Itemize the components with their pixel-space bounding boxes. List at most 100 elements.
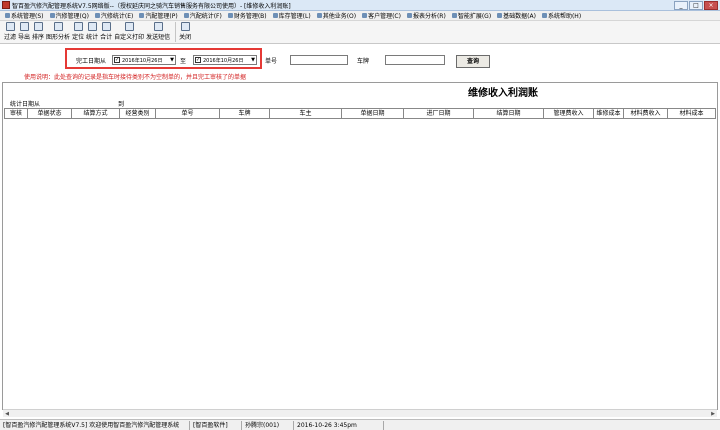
menu-finance[interactable]: 财务管理(B) <box>225 11 270 20</box>
filter-button[interactable]: 过滤 <box>4 22 16 41</box>
menu-parts-stats[interactable]: 汽配统计(F) <box>181 11 225 20</box>
toolbar-separator <box>175 22 177 42</box>
chevron-down-icon[interactable]: ▼ <box>169 56 175 64</box>
menu-base-data[interactable]: 基础数据(A) <box>494 11 539 20</box>
menu-customer[interactable]: 客户管理(C) <box>359 11 404 20</box>
sort-button[interactable]: 排序 <box>32 22 44 41</box>
column-header[interactable]: 单据日期 <box>342 109 404 118</box>
tool-label: 统计 <box>86 34 99 41</box>
sms-icon <box>153 22 163 31</box>
menu-icon <box>5 13 10 18</box>
plate-input[interactable] <box>385 55 445 65</box>
menu-icon <box>94 13 100 18</box>
menu-label: 汽配统计(F) <box>189 13 222 20</box>
status-welcome: [智百盈汽修汽配管理系统V7.5] 欢迎使用智百盈汽修汽配管理系统 <box>0 420 190 430</box>
scroll-left-icon[interactable]: ◀ <box>3 410 11 418</box>
statistics-icon <box>87 22 97 31</box>
menu-label: 汽配管理(P) <box>145 13 178 20</box>
menu-label: 财务管理(B) <box>233 13 267 20</box>
usage-notice: 使用说明：此处查询的记录是指车时接待类别不为空制单的，并且完工审核了的单据 <box>24 74 247 81</box>
minimize-button[interactable]: _ <box>674 0 688 10</box>
date-to-checkbox[interactable]: ✓ <box>195 57 201 63</box>
column-header[interactable]: 维修成本 <box>594 109 624 118</box>
menu-label: 智能扩展(G) <box>457 13 492 20</box>
column-header[interactable]: 材料费收入 <box>624 109 668 118</box>
menu-icon <box>227 13 233 18</box>
scroll-right-icon[interactable]: ▶ <box>709 410 717 418</box>
menu-icon <box>451 13 457 18</box>
menu-label: 基础数据(A) <box>503 13 536 20</box>
close-button[interactable]: × <box>704 0 718 10</box>
tool-label: 图形分析 <box>46 34 71 41</box>
date-to-value: 2016年10月26日 <box>203 57 244 64</box>
order-no-input[interactable] <box>290 55 348 65</box>
column-header[interactable]: 结算日期 <box>474 109 544 118</box>
window-title: 智百盈汽修汽配管理系统V7.5网络版--（授权延庆同之骑汽车销售服务有限公司使用… <box>12 2 291 10</box>
date-from-value: 2016年10月26日 <box>122 57 163 64</box>
column-header[interactable]: 单据状态 <box>28 109 72 118</box>
chevron-down-icon[interactable]: ▼ <box>250 56 256 64</box>
column-header[interactable]: 审核 <box>4 109 28 118</box>
column-header[interactable]: 经营类别 <box>120 109 156 118</box>
menu-label: 汽修管理(Q) <box>55 13 89 20</box>
menu-label: 客户管理(C) <box>368 13 401 20</box>
menu-label: 报表分析(R) <box>412 13 446 20</box>
menu-parts[interactable]: 汽配管理(P) <box>136 11 180 20</box>
horizontal-scrollbar[interactable]: ◀ ▶ <box>3 409 717 417</box>
menu-other[interactable]: 其他业务(O) <box>314 11 359 20</box>
status-spacer <box>384 421 720 430</box>
plate-label: 车牌 <box>357 58 370 65</box>
app-icon <box>2 1 10 9</box>
status-datetime: 2016-10-26 3:45pm <box>294 420 384 430</box>
menu-icon <box>316 13 322 18</box>
tool-label: 定位 <box>72 34 85 41</box>
send-sms-button[interactable]: 发送短信 <box>146 22 170 41</box>
export-button[interactable]: 导出 <box>18 22 30 41</box>
chart-analysis-button[interactable]: 图形分析 <box>46 22 70 41</box>
scroll-track[interactable] <box>11 411 709 417</box>
tool-label: 排序 <box>32 34 45 41</box>
menu-icon <box>272 13 278 18</box>
menu-repair-stats[interactable]: 汽修统计(E) <box>92 11 136 20</box>
maximize-button[interactable]: □ <box>689 0 703 10</box>
column-header[interactable]: 管理费收入 <box>544 109 594 118</box>
title-bar: 智百盈汽修汽配管理系统V7.5网络版--（授权延庆同之骑汽车销售服务有限公司使用… <box>0 0 720 11</box>
total-button[interactable]: 合计 <box>100 22 112 41</box>
close-report-button[interactable]: 关闭 <box>179 22 191 41</box>
tool-label: 导出 <box>18 34 31 41</box>
printer-icon <box>124 22 134 31</box>
column-header[interactable]: 车牌 <box>220 109 270 118</box>
column-header[interactable]: 单号 <box>156 109 220 118</box>
stat-to-label: 到 <box>118 101 125 108</box>
status-user: 孙腾宗(001) <box>242 420 294 430</box>
completion-date-label: 完工日期从 <box>76 58 107 65</box>
menu-label: 系统帮助(H) <box>547 13 582 20</box>
custom-print-button[interactable]: 自定义打印 <box>114 22 144 41</box>
tool-label: 合计 <box>100 34 113 41</box>
menu-repair[interactable]: 汽修管理(Q) <box>47 11 92 20</box>
locate-button[interactable]: 定位 <box>72 22 84 41</box>
tool-label: 发送短信 <box>146 34 171 41</box>
menu-system[interactable]: 系统管理(S) <box>2 11 47 20</box>
column-header[interactable]: 材料成本 <box>668 109 716 118</box>
menu-smart[interactable]: 智能扩展(G) <box>449 11 494 20</box>
date-to-label: 至 <box>180 58 187 65</box>
column-header[interactable]: 进厂日期 <box>404 109 474 118</box>
menu-help[interactable]: 系统帮助(H) <box>539 11 584 20</box>
date-to-picker[interactable]: ✓ 2016年10月26日 ▼ <box>193 55 257 65</box>
menu-inventory[interactable]: 库存管理(L) <box>270 11 314 20</box>
menu-icon <box>541 13 547 18</box>
date-from-picker[interactable]: ✓ 2016年10月26日 ▼ <box>112 55 176 65</box>
column-header[interactable]: 结算方式 <box>72 109 120 118</box>
column-header[interactable]: 车主 <box>270 109 342 118</box>
query-button[interactable]: 查询 <box>456 55 490 68</box>
tool-label: 关闭 <box>179 34 192 41</box>
date-from-checkbox[interactable]: ✓ <box>114 57 120 63</box>
status-bar: [智百盈汽修汽配管理系统V7.5] 欢迎使用智百盈汽修汽配管理系统 [智百盈软件… <box>0 419 720 430</box>
menu-reports[interactable]: 报表分析(R) <box>404 11 449 20</box>
locate-icon <box>73 22 83 31</box>
menu-icon <box>362 13 368 18</box>
statistics-button[interactable]: 统计 <box>86 22 98 41</box>
sort-icon <box>33 22 43 31</box>
menu-label: 其他业务(O) <box>322 13 357 20</box>
